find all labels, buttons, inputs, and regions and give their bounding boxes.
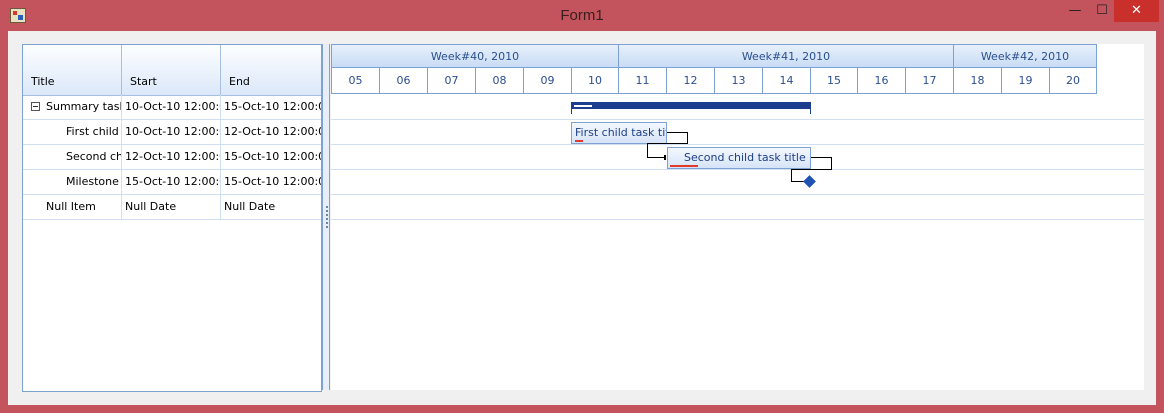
column-header-start[interactable]: Start <box>122 45 221 95</box>
column-title-label: Title <box>31 75 55 88</box>
grid-header: Title Start End <box>23 45 321 96</box>
day-header: 17 <box>905 68 954 94</box>
grid-row-milestone[interactable]: Milestone 15-Oct-10 12:00:0 15-Oct-10 12… <box>23 170 321 195</box>
day-header: 19 <box>1001 68 1050 94</box>
gantt-chart: Week#40, 2010 Week#41, 2010 Week#42, 201… <box>331 44 1144 390</box>
summary-end-cap <box>810 109 811 114</box>
day-header: 20 <box>1049 68 1097 94</box>
first-child-task-bar[interactable]: First child task titl <box>571 122 667 144</box>
second-child-task-bar[interactable]: Second child task title <box>667 147 811 169</box>
window-title: Form1 <box>560 7 604 24</box>
cell-title: Second ch <box>23 145 122 169</box>
cell-end: 15-Oct-10 12:00:0 <box>224 150 321 163</box>
row-divider <box>331 194 1144 195</box>
dependency-line <box>791 169 792 181</box>
column-start-label: Start <box>130 75 157 88</box>
summary-task-bar[interactable] <box>571 102 811 109</box>
milestone-diamond-icon[interactable] <box>803 175 816 188</box>
grid-row-summary[interactable]: Summary task 10-Oct-10 12:00:0 15-Oct-10… <box>23 95 321 120</box>
task-progress <box>575 140 583 142</box>
task-label: Second child task title <box>684 151 806 164</box>
summary-start-cap <box>571 109 572 114</box>
splitter[interactable] <box>322 44 330 390</box>
cell-start: 12-Oct-10 12:00:0 <box>122 145 221 169</box>
column-end-label: End <box>229 75 250 88</box>
day-header: 14 <box>762 68 811 94</box>
cell-start: Null Date <box>122 195 221 219</box>
week-header: Week#41, 2010 <box>618 44 954 68</box>
task-grid: Title Start End Summary task 10-Oct-10 1… <box>22 44 322 392</box>
row-divider <box>331 219 1144 220</box>
row-title: Summary task <box>46 100 122 113</box>
cell-start: 10-Oct-10 12:00:0 <box>122 120 221 144</box>
day-header: 07 <box>427 68 476 94</box>
task-progress <box>670 165 698 167</box>
day-header: 06 <box>379 68 428 94</box>
cell-title: First child <box>23 120 122 144</box>
column-header-end[interactable]: End <box>221 45 321 95</box>
splitter-grip-icon[interactable] <box>326 206 328 230</box>
column-header-title[interactable]: Title <box>23 45 122 95</box>
cell-end: 15-Oct-10 12:00:0 <box>224 100 321 113</box>
day-header: 05 <box>331 68 380 94</box>
row-divider <box>331 119 1144 120</box>
grid-row-second-child[interactable]: Second ch 12-Oct-10 12:00:0 15-Oct-10 12… <box>23 145 321 170</box>
dependency-line <box>811 157 831 158</box>
day-header: 08 <box>475 68 524 94</box>
day-header: 18 <box>953 68 1002 94</box>
grid-row-null-item[interactable]: Null Item Null Date Null Date <box>23 195 321 220</box>
day-header: 15 <box>810 68 858 94</box>
dependency-line <box>667 132 687 133</box>
cell-end: 12-Oct-10 12:00:0 <box>224 125 321 138</box>
title-bar: Form1 — ☐ ✕ <box>0 0 1164 32</box>
dependency-arrow-icon <box>664 155 666 160</box>
day-header: 12 <box>666 68 715 94</box>
minimize-button[interactable]: — <box>1060 0 1090 22</box>
week-header: Week#40, 2010 <box>331 44 619 68</box>
cell-end: Null Date <box>224 200 276 213</box>
dependency-line <box>791 169 832 170</box>
collapse-icon[interactable] <box>31 102 40 111</box>
day-header: 09 <box>523 68 572 94</box>
day-header: 13 <box>714 68 763 94</box>
grid-row-first-child[interactable]: First child 10-Oct-10 12:00:0 12-Oct-10 … <box>23 120 321 145</box>
dependency-line <box>647 143 648 157</box>
cell-title: Summary task <box>23 95 122 119</box>
cell-end: 15-Oct-10 12:00:0 <box>224 175 321 188</box>
maximize-button[interactable]: ☐ <box>1087 0 1117 22</box>
cell-title: Milestone <box>23 170 122 194</box>
summary-progress <box>574 105 592 107</box>
week-header: Week#42, 2010 <box>953 44 1097 68</box>
day-header: 11 <box>618 68 667 94</box>
task-label: First child task titl <box>575 126 667 139</box>
day-header: 16 <box>857 68 906 94</box>
cell-start: 10-Oct-10 12:00:0 <box>122 95 221 119</box>
cell-title: Null Item <box>23 195 122 219</box>
cell-start: 15-Oct-10 12:00:0 <box>122 170 221 194</box>
close-button[interactable]: ✕ <box>1114 0 1159 22</box>
row-divider <box>331 169 1144 170</box>
day-header: 10 <box>571 68 619 94</box>
dependency-line <box>687 132 688 143</box>
dependency-line <box>831 157 832 169</box>
dependency-line <box>647 143 688 144</box>
row-divider <box>331 144 1144 145</box>
